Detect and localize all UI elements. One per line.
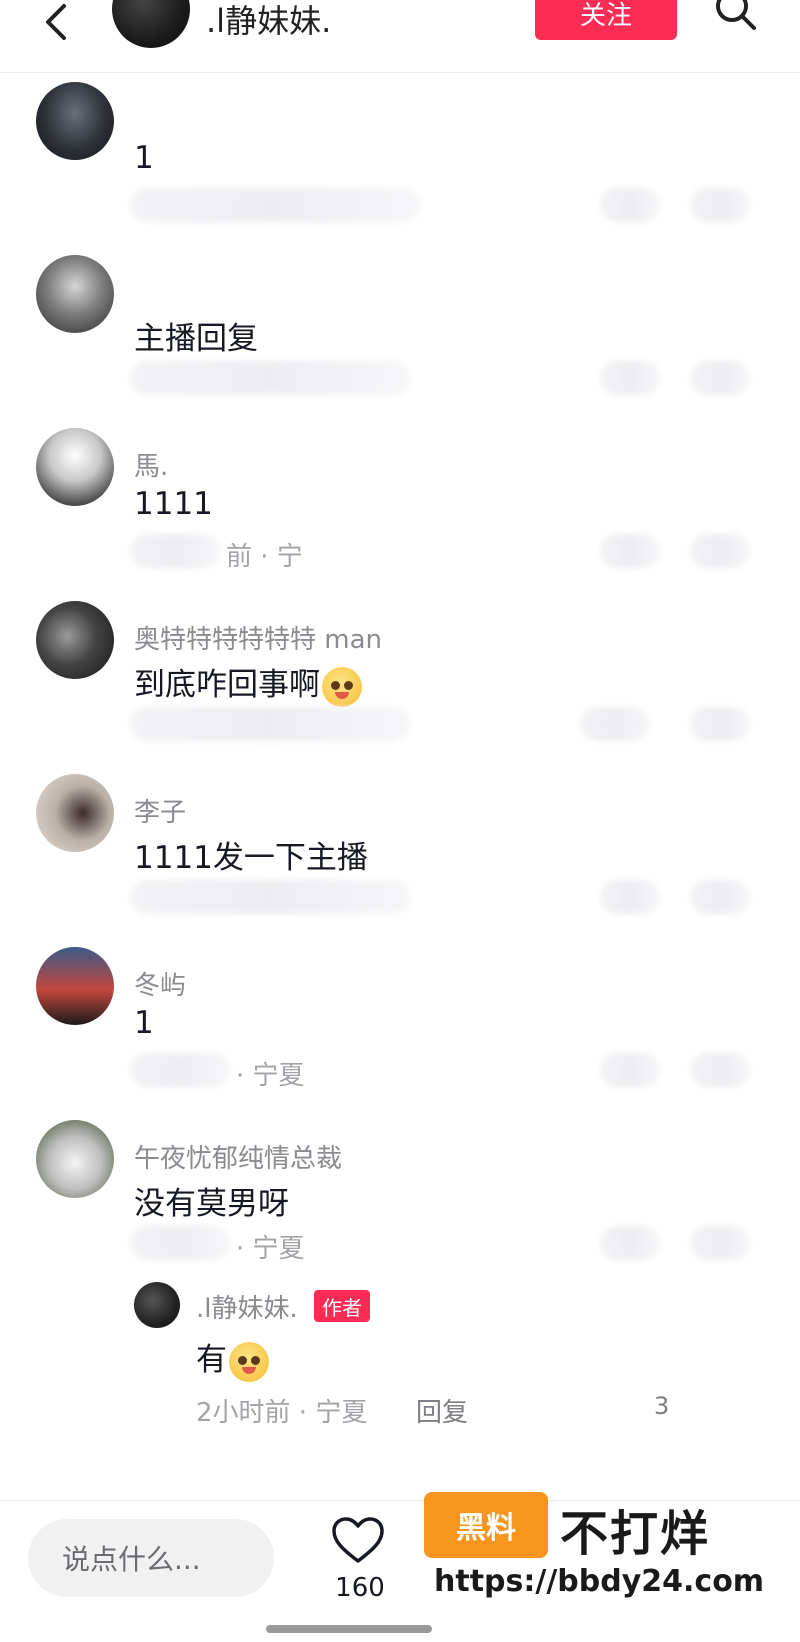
blurred-meta	[130, 1053, 230, 1087]
author-reply[interactable]: .l静妹妹. 作者 有 2小时前 · 宁夏 回复 3	[0, 1282, 800, 1472]
follow-button[interactable]: 关注	[535, 0, 677, 40]
blurred-like	[690, 1226, 750, 1260]
reply-meta: 2小时前 · 宁夏	[196, 1398, 368, 1428]
comment-meta: · 宁夏	[236, 1234, 305, 1264]
comment-username[interactable]: 李子	[134, 792, 186, 829]
comment-username[interactable]: 午夜忧郁纯情总裁	[134, 1138, 342, 1175]
avatar[interactable]	[36, 1120, 114, 1198]
blurred-actions	[600, 188, 660, 222]
comment-item[interactable]: 主播回复	[0, 255, 800, 431]
comment-text: 到底咋回事啊	[134, 659, 362, 707]
reply-text-content: 有	[196, 1342, 227, 1378]
watermark-text: 不打烊	[560, 1506, 711, 1562]
search-icon[interactable]	[712, 0, 762, 34]
blurred-like	[690, 1053, 750, 1087]
blurred-meta	[130, 707, 410, 741]
author-badge: 作者	[314, 1290, 370, 1322]
comment-username[interactable]: 馬.	[134, 446, 168, 483]
blurred-like	[690, 534, 750, 568]
starry-eyes-emoji-icon	[229, 1341, 269, 1382]
reply-username[interactable]: .l静妹妹.	[196, 1288, 298, 1325]
home-indicator	[266, 1625, 432, 1633]
watermark-url: https://bbdy24.com	[434, 1564, 765, 1599]
blurred-like	[690, 361, 750, 395]
blurred-meta	[130, 188, 420, 222]
comment-item[interactable]: 午夜忧郁纯情总裁 没有莫男呀 · 宁夏	[0, 1120, 800, 1296]
avatar[interactable]	[36, 601, 114, 679]
comment-text: 1	[134, 140, 154, 176]
blurred-meta	[130, 361, 410, 395]
blurred-actions	[600, 534, 660, 568]
comment-item[interactable]: 李子 1111发一下主播	[0, 774, 800, 950]
comment-text: 主播回复	[134, 321, 258, 357]
avatar[interactable]	[36, 947, 114, 1025]
heart-icon[interactable]	[330, 1515, 386, 1565]
watermark: 黑料 不打烊 https://bbdy24.com	[424, 1492, 794, 1612]
comment-item[interactable]: 奥特特特特特特 man 到底咋回事啊	[0, 601, 800, 777]
comment-text: 1111	[134, 486, 213, 522]
creator-name[interactable]: .l静妹妹.	[206, 0, 331, 42]
back-arrow-icon[interactable]	[36, 0, 76, 40]
comment-item[interactable]: 馬. 1111 前 · 宁	[0, 428, 800, 604]
reply-button[interactable]: 回复	[416, 1392, 468, 1429]
blurred-like	[690, 707, 750, 741]
comment-input[interactable]: 说点什么...	[28, 1519, 274, 1597]
comment-username[interactable]: 奥特特特特特特 man	[134, 619, 382, 656]
blurred-actions	[600, 1053, 660, 1087]
reply-text: 有	[196, 1334, 269, 1382]
avatar[interactable]	[36, 774, 114, 852]
blurred-meta	[130, 880, 410, 914]
author-avatar[interactable]	[134, 1282, 180, 1328]
blurred-like	[690, 880, 750, 914]
blurred-like	[690, 188, 750, 222]
comment-item[interactable]: 冬屿 1 · 宁夏	[0, 947, 800, 1123]
reply-like-count: 3	[654, 1392, 670, 1420]
watermark-box: 黑料	[424, 1492, 548, 1558]
comment-meta: 前 · 宁	[226, 542, 303, 572]
comment-text: 没有莫男呀	[134, 1186, 289, 1222]
top-bar: .l静妹妹. 关注	[0, 0, 800, 73]
comment-username[interactable]: 冬屿	[134, 965, 186, 1002]
blurred-actions	[580, 707, 650, 741]
blurred-actions	[600, 361, 660, 395]
comment-text: 1111发一下主播	[134, 840, 368, 876]
comment-text: 1	[134, 1005, 154, 1041]
like-count: 160	[335, 1573, 385, 1603]
avatar[interactable]	[36, 82, 114, 160]
comment-meta: · 宁夏	[236, 1061, 305, 1091]
blurred-meta	[130, 1226, 230, 1260]
blurred-meta	[130, 534, 220, 568]
blurred-actions	[600, 1226, 660, 1260]
avatar[interactable]	[36, 255, 114, 333]
comment-text-content: 到底咋回事啊	[134, 667, 320, 703]
creator-avatar[interactable]	[112, 0, 190, 48]
avatar[interactable]	[36, 428, 114, 506]
pleading-face-emoji-icon	[322, 666, 362, 707]
blurred-actions	[600, 880, 660, 914]
comment-item[interactable]: 1	[0, 82, 800, 258]
